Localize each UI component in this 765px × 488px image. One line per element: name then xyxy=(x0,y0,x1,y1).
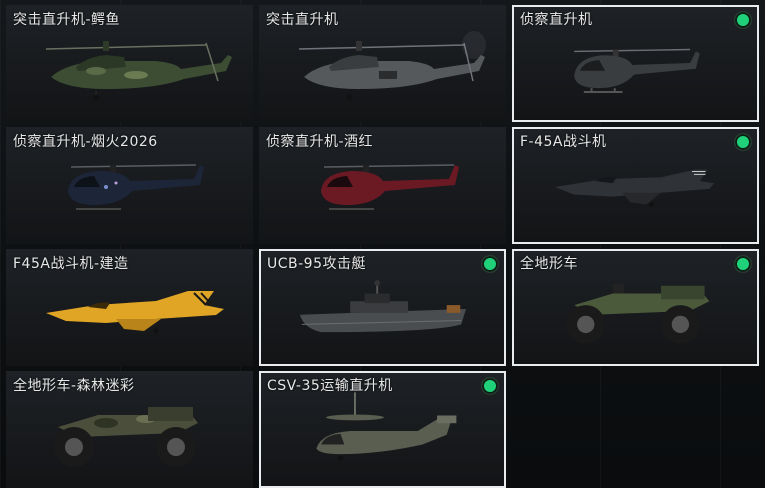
vehicle-card-label: F-45A战斗机 xyxy=(520,134,607,150)
vehicle-card-label: 全地形车-森林迷彩 xyxy=(13,378,135,394)
vehicle-card-label: F45A战斗机-建造 xyxy=(13,256,129,272)
vehicle-card-scout-helicopter-fireworks[interactable]: 侦察直升机-烟火2026 xyxy=(6,127,253,244)
vehicle-grid: 突击直升机-鳄鱼 突击直升机 侦察直升机 侦察直升机-烟火2026 侦察直升机-… xyxy=(0,0,765,488)
equipped-indicator-icon xyxy=(735,12,751,28)
equipped-indicator-icon xyxy=(482,378,498,394)
vehicle-card-atv-forest-camo[interactable]: 全地形车-森林迷彩 xyxy=(6,371,253,488)
equipped-indicator-icon xyxy=(482,256,498,272)
vehicle-card-label: 突击直升机 xyxy=(266,12,339,28)
vehicle-card-attack-helicopter[interactable]: 突击直升机 xyxy=(259,5,506,122)
vehicle-card-label: CSV-35运输直升机 xyxy=(267,378,393,394)
vehicle-card-scout-helicopter-wine-red[interactable]: 侦察直升机-酒红 xyxy=(259,127,506,244)
vehicle-card-label: 侦察直升机 xyxy=(520,12,593,28)
vehicle-card-csv35-transport-helicopter[interactable]: CSV-35运输直升机 xyxy=(259,371,506,488)
vehicle-card-attack-helicopter-caiman[interactable]: 突击直升机-鳄鱼 xyxy=(6,5,253,122)
vehicle-card-label: 侦察直升机-酒红 xyxy=(266,134,374,150)
vehicle-card-label: 全地形车 xyxy=(520,256,578,272)
vehicle-card-label: 侦察直升机-烟火2026 xyxy=(13,134,158,150)
vehicle-card-f45a-fighter-construction[interactable]: F45A战斗机-建造 xyxy=(6,249,253,366)
equipped-indicator-icon xyxy=(735,256,751,272)
vehicle-card-f45a-fighter[interactable]: F-45A战斗机 xyxy=(512,127,759,244)
vehicle-card-atv[interactable]: 全地形车 xyxy=(512,249,759,366)
vehicle-card-scout-helicopter[interactable]: 侦察直升机 xyxy=(512,5,759,122)
vehicle-card-label: UCB-95攻击艇 xyxy=(267,256,366,272)
vehicle-card-label: 突击直升机-鳄鱼 xyxy=(13,12,121,28)
equipped-indicator-icon xyxy=(735,134,751,150)
vehicle-card-ucb95-attack-boat[interactable]: UCB-95攻击艇 xyxy=(259,249,506,366)
